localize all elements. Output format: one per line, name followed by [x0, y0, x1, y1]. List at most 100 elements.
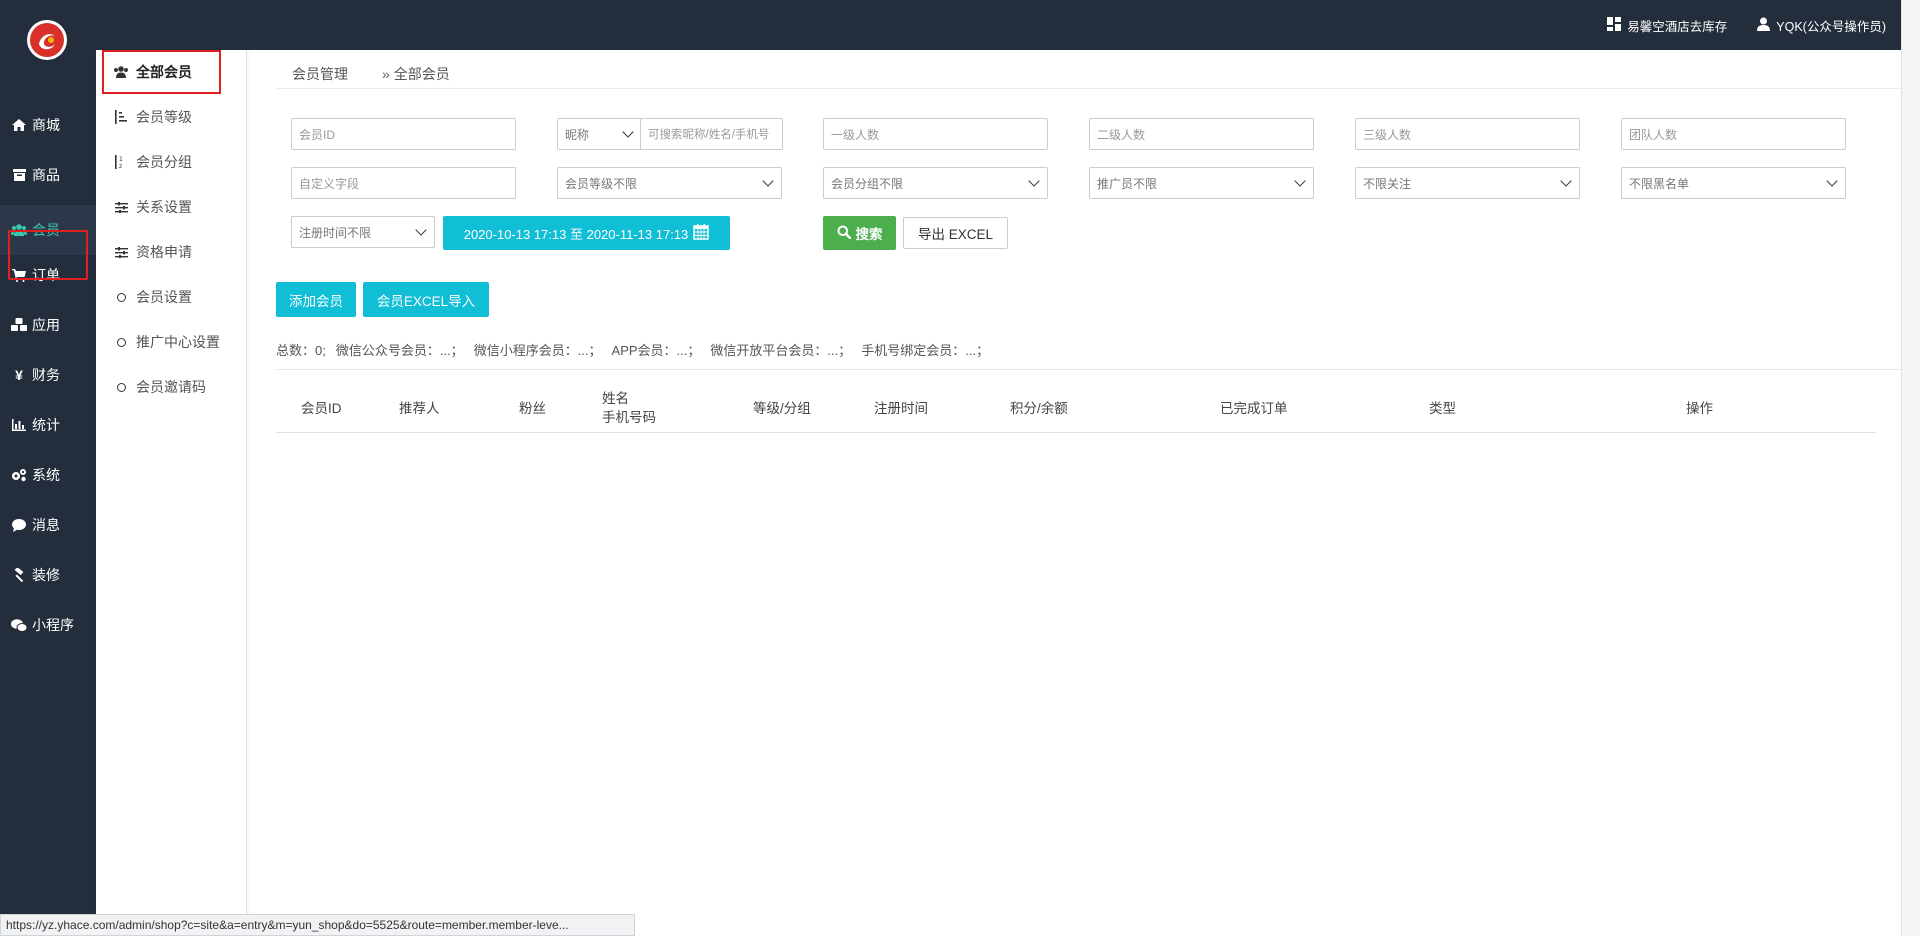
chevron-down-icon [1028, 175, 1040, 187]
sidebar-item-stats[interactable]: 统计 [0, 405, 96, 445]
sliders-icon [113, 246, 129, 258]
member-group-select[interactable]: 会员分组不限 [823, 167, 1048, 199]
th-member-id: 会员ID [301, 401, 342, 416]
excel-import-button[interactable]: 会员EXCEL导入 [363, 282, 489, 317]
date-range-picker[interactable]: 2020-10-13 17:13 至 2020-11-13 17:13 [443, 216, 730, 250]
th-completed-orders: 已完成订单 [1220, 401, 1288, 416]
store-link[interactable]: 易馨空酒店去库存 [1607, 16, 1727, 35]
th-operation: 操作 [1686, 401, 1713, 416]
promoter-select-value: 推广员不限 [1097, 176, 1158, 191]
highlight-box [8, 230, 88, 280]
subnav-item-promotion-center[interactable]: 推广中心设置 [96, 324, 246, 360]
search-button[interactable]: 搜索 [823, 216, 896, 250]
stat-open-platform: 微信开放平台会员：...； [710, 343, 852, 358]
status-url: https://yz.yhace.com/admin/shop?c=site&a… [6, 918, 569, 932]
register-time-select[interactable]: 注册时间不限 [291, 216, 435, 248]
register-time-select-value: 注册时间不限 [299, 225, 372, 240]
stat-app: APP会员：...； [611, 343, 701, 358]
sidebar-item-system[interactable]: 系统 [0, 455, 96, 495]
user-menu[interactable]: YQK(公众号操作员) [1757, 16, 1886, 35]
divider [276, 432, 1876, 433]
level2-count-input[interactable]: 二级人数 [1089, 118, 1314, 150]
sidebar-item-goods[interactable]: 商品 [0, 155, 96, 195]
breadcrumb-current: 全部会员 [393, 66, 450, 82]
subnav-item-label: 关系设置 [136, 199, 192, 215]
stat-total: 总数：0; [276, 343, 326, 358]
th-type: 类型 [1429, 401, 1456, 416]
sidebar-item-apps[interactable]: 应用 [0, 305, 96, 345]
sidebar-item-label: 小程序 [32, 617, 74, 633]
calendar-icon [693, 223, 710, 243]
subnav-item-invite-code[interactable]: 会员邀请码 [96, 369, 246, 405]
main-sidebar: 商城 商品 会员 订单 应用 ¥ 财务 统计 系统 消息 装修 小程序 [0, 50, 96, 936]
date-range-value: 2020-10-13 17:13 至 2020-11-13 17:13 [463, 226, 689, 242]
box-icon [11, 169, 27, 181]
sidebar-item-finance[interactable]: ¥ 财务 [0, 355, 96, 395]
bar-chart-icon [11, 419, 27, 431]
logo [27, 20, 67, 60]
sub-sidebar: 全部会员 会员等级 1z 会员分组 关系设置 资格申请 会员设置 推广中心设置 … [96, 50, 247, 936]
team-count-input[interactable]: 团队人数 [1621, 118, 1846, 150]
subnav-item-qualification[interactable]: 资格申请 [96, 234, 246, 270]
breadcrumb-current-wrap: » 全部会员 [382, 64, 450, 84]
sidebar-item-label: 财务 [32, 367, 60, 383]
nickname-select[interactable]: 昵称 [557, 118, 642, 150]
export-excel-label: 导出 EXCEL [917, 227, 994, 242]
comment-icon [11, 518, 27, 532]
svg-text:z: z [119, 163, 122, 169]
sidebar-item-label: 应用 [32, 317, 60, 333]
sidebar-item-decoration[interactable]: 装修 [0, 555, 96, 595]
level3-count-input[interactable]: 三级人数 [1355, 118, 1580, 150]
subnav-item-relation-settings[interactable]: 关系设置 [96, 189, 246, 225]
gavel-icon [11, 568, 27, 582]
circle-icon [113, 337, 129, 347]
custom-field-input[interactable]: 自定义字段 [291, 167, 516, 199]
level1-count-input[interactable]: 一级人数 [823, 118, 1048, 150]
export-excel-button[interactable]: 导出 EXCEL [903, 217, 1008, 249]
th-name-phone: 姓名 手机号码 [602, 389, 656, 427]
subnav-item-member-settings[interactable]: 会员设置 [96, 279, 246, 315]
stat-phone-bound: 手机号绑定会员：...； [861, 343, 990, 358]
th-fans: 粉丝 [519, 401, 546, 416]
member-id-input[interactable]: 会员ID [291, 118, 516, 150]
yen-icon: ¥ [15, 367, 23, 383]
chevron-down-icon [762, 175, 774, 187]
chevron-down-icon [1294, 175, 1306, 187]
breadcrumb-separator: » [382, 66, 390, 82]
nickname-search-input[interactable]: 可搜索昵称/姓名/手机号 [640, 118, 783, 150]
wechat-icon [11, 618, 27, 632]
dashboard-icon [1607, 16, 1622, 34]
cogs-icon [11, 468, 27, 482]
search-icon [837, 225, 851, 242]
circle-icon [113, 292, 129, 302]
breadcrumb-parent[interactable]: 会员管理 [292, 64, 348, 84]
add-member-button[interactable]: 添加会员 [276, 282, 356, 317]
sidebar-item-mall[interactable]: 商城 [0, 105, 96, 145]
user-icon [1757, 17, 1771, 34]
follow-select[interactable]: 不限关注 [1355, 167, 1580, 199]
sort-amount-icon [113, 110, 129, 124]
subnav-item-member-group[interactable]: 1z 会员分组 [96, 144, 246, 180]
subnav-item-label: 推广中心设置 [136, 334, 220, 350]
chevron-down-icon [1560, 175, 1572, 187]
browser-status-bar: https://yz.yhace.com/admin/shop?c=site&a… [0, 914, 635, 936]
sidebar-item-label: 商城 [32, 117, 60, 133]
member-level-select[interactable]: 会员等级不限 [557, 167, 782, 199]
blacklist-select[interactable]: 不限黑名单 [1621, 167, 1846, 199]
promoter-select[interactable]: 推广员不限 [1089, 167, 1314, 199]
vertical-scrollbar[interactable] [1901, 0, 1920, 936]
sidebar-item-messages[interactable]: 消息 [0, 505, 96, 545]
chevron-down-icon [415, 224, 427, 236]
circle-icon [113, 382, 129, 392]
subnav-item-label: 会员邀请码 [136, 379, 206, 395]
sidebar-item-label: 商品 [32, 167, 60, 183]
subnav-item-label: 会员设置 [136, 289, 192, 305]
home-icon [11, 119, 27, 131]
subnav-item-label: 会员分组 [136, 154, 192, 170]
add-member-label: 添加会员 [289, 293, 343, 309]
sidebar-item-miniprogram[interactable]: 小程序 [0, 605, 96, 645]
member-level-select-value: 会员等级不限 [565, 176, 638, 191]
divider [276, 369, 1902, 370]
subnav-item-member-level[interactable]: 会员等级 [96, 99, 246, 135]
logo-icon [30, 23, 64, 57]
